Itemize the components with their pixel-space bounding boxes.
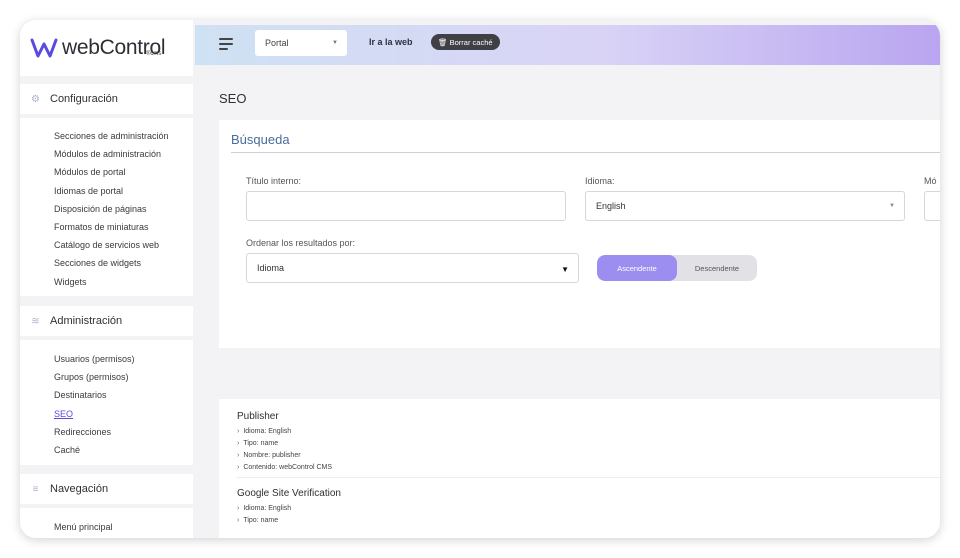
language-label: Idioma:	[585, 176, 615, 186]
sidebar-list-administracion: Usuarios (permisos) Grupos (permisos) De…	[20, 340, 193, 465]
result-detail: › Idioma: English	[237, 504, 292, 512]
sidebar-item[interactable]: Secciones de widgets	[54, 254, 193, 272]
descending-button[interactable]: Descendente	[677, 255, 757, 281]
chevron-down-icon: ▼	[889, 203, 895, 209]
result-detail: › Contenido: webControl CMS	[237, 463, 333, 471]
results-list: Publisher › Idioma: English › Tipo: name ›…	[219, 399, 940, 538]
sidebar-section-label: Navegación	[50, 483, 109, 495]
module-select[interactable]	[924, 191, 940, 221]
result-detail: › Tipo: name	[237, 439, 279, 447]
result-detail: › Nombre: publisher	[237, 451, 301, 459]
sidebar-item[interactable]: Caché	[54, 441, 193, 459]
sidebar-item[interactable]: Catálogo de servicios web	[54, 236, 193, 254]
sidebar-item[interactable]: Widgets	[54, 273, 193, 291]
top-bar: Portal ▼ Ir a la web 🗑 Borrar caché	[195, 25, 940, 65]
chevron-right-icon: ›	[237, 516, 240, 524]
sidebar-list-configuracion: Secciones de administración Módulos de a…	[20, 118, 193, 296]
order-by-select-value: Idioma	[257, 263, 285, 273]
portal-select-value: Portal	[265, 38, 289, 48]
module-label: Mó	[924, 176, 937, 186]
caret-down-icon: ▼	[561, 265, 569, 274]
sidebar-section-label: Administración	[50, 315, 123, 327]
sidebar-item[interactable]: Destinatarios	[54, 386, 193, 404]
sliders-icon: ≋	[31, 315, 40, 327]
sort-direction-toggle: Ascendente Descendente	[597, 255, 757, 281]
sidebar-item[interactable]: Módulos de administración	[54, 145, 193, 163]
internal-title-label: Título interno:	[246, 176, 302, 186]
sidebar-item[interactable]: Secciones de administración	[54, 127, 193, 145]
internal-title-input[interactable]	[246, 191, 566, 221]
list-item[interactable]: Publisher › Idioma: English › Tipo: name ›…	[219, 399, 940, 478]
portal-select[interactable]: Portal ▼	[255, 30, 347, 56]
sidebar-section-administracion[interactable]: ≋ Administración	[20, 306, 193, 336]
go-to-web-link[interactable]: Ir a la web	[369, 37, 413, 47]
hamburger-menu-icon[interactable]	[219, 38, 233, 50]
app-window: webControl ®cms ⚙ Configuración Seccione…	[20, 20, 940, 538]
chevron-down-icon: ▼	[332, 40, 338, 46]
sidebar-item[interactable]: Usuarios (permisos)	[54, 350, 193, 368]
brand-w-icon	[30, 38, 58, 58]
chevron-right-icon: ›	[237, 504, 240, 512]
language-select-value: English	[596, 201, 626, 211]
divider	[231, 152, 940, 153]
ascending-button[interactable]: Ascendente	[597, 255, 677, 281]
logo[interactable]: webControl ®cms	[20, 20, 193, 76]
result-detail: › Idioma: English	[237, 427, 292, 435]
gear-icon: ⚙	[31, 93, 40, 105]
sidebar-item-seo[interactable]: SEO	[54, 405, 193, 423]
sidebar-item[interactable]: Formatos de miniaturas	[54, 218, 193, 236]
clear-cache-button[interactable]: 🗑 Borrar caché	[431, 34, 500, 50]
main-content: SEO Búsqueda Título interno: Idioma: Eng…	[195, 65, 940, 538]
sidebar-item[interactable]: Grupos (permisos)	[54, 368, 193, 386]
result-detail: › Tipo: name	[237, 516, 279, 524]
sidebar-section-label: Configuración	[50, 93, 118, 105]
result-title: Google Site Verification	[237, 488, 341, 499]
sidebar-item[interactable]: Redirecciones	[54, 423, 193, 441]
language-select[interactable]: English ▼	[585, 191, 905, 221]
search-panel-title: Búsqueda	[231, 132, 290, 147]
page-title: SEO	[219, 91, 247, 106]
brand-sub: ®cms	[146, 51, 162, 57]
chevron-right-icon: ›	[237, 451, 240, 459]
sidebar-item[interactable]: Menú principal	[54, 518, 193, 536]
chevron-right-icon: ›	[237, 463, 240, 471]
sidebar-list-navegacion: Menú principal	[20, 508, 193, 538]
order-by-label: Ordenar los resultados por:	[246, 238, 356, 248]
menu-icon: ≡	[32, 483, 39, 495]
search-panel: Búsqueda Título interno: Idioma: English…	[219, 120, 940, 348]
result-title: Publisher	[237, 411, 279, 422]
order-by-select[interactable]: Idioma ▼	[246, 253, 579, 283]
sidebar-item[interactable]: Idiomas de portal	[54, 182, 193, 200]
sidebar-item[interactable]: Disposición de páginas	[54, 200, 193, 218]
list-item[interactable]: Google Site Verification › Idioma: Englis…	[219, 478, 940, 526]
sidebar-section-configuracion[interactable]: ⚙ Configuración	[20, 84, 193, 114]
sidebar-item[interactable]: Módulos de portal	[54, 163, 193, 181]
chevron-right-icon: ›	[237, 439, 240, 447]
sidebar-section-navegacion[interactable]: ≡ Navegación	[20, 474, 193, 504]
sidebar: webControl ®cms ⚙ Configuración Seccione…	[20, 20, 195, 538]
chevron-right-icon: ›	[237, 427, 240, 435]
